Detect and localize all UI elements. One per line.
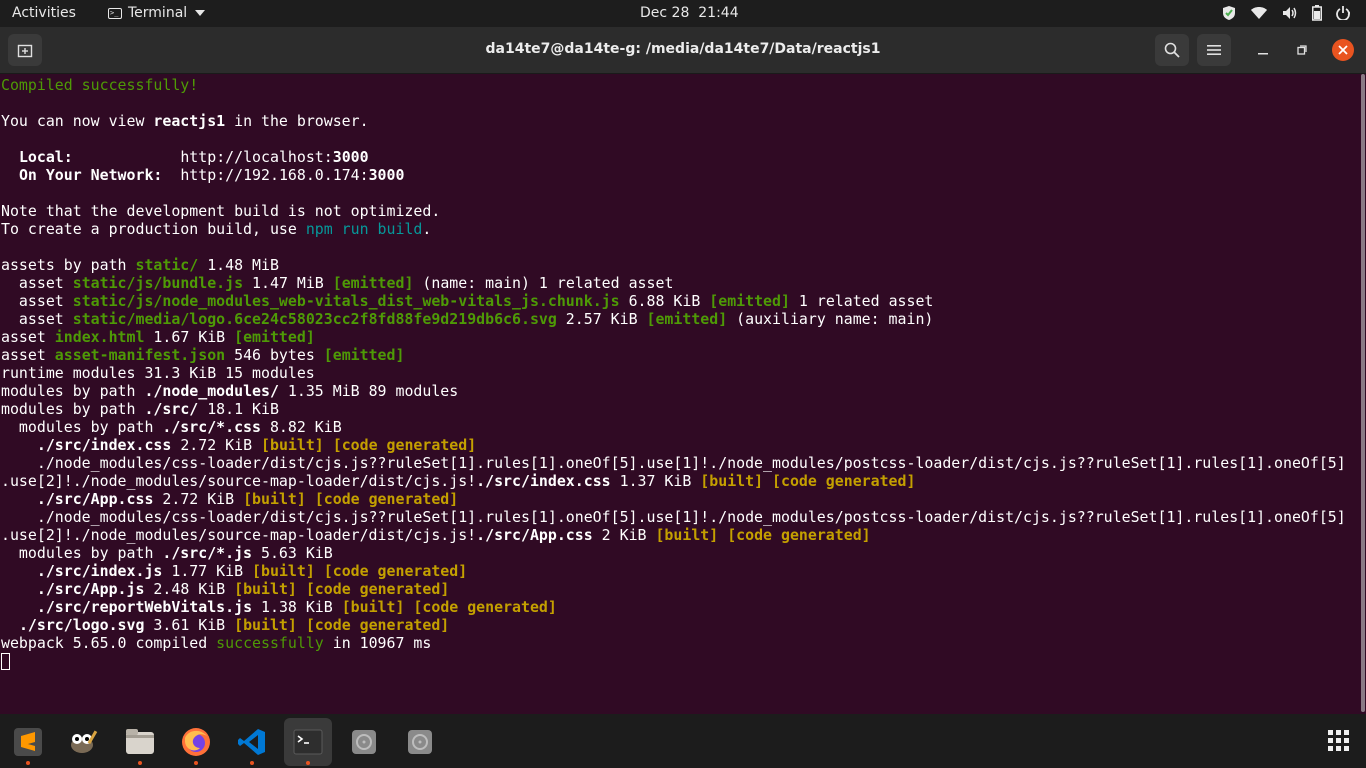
dock-item-disk[interactable]	[340, 718, 388, 766]
app-menu[interactable]: >_ Terminal	[108, 5, 206, 21]
asset-line: asset index.html 1.67 KiB [emitted]	[1, 328, 315, 346]
restore-icon	[1297, 45, 1307, 55]
webpack-summary-line: webpack 5.65.0 compiled successfully in …	[1, 634, 432, 652]
firefox-icon	[182, 728, 210, 756]
module-file-line: ./src/App.css 2.72 KiB [built] [code gen…	[36, 490, 459, 508]
dock-item-files[interactable]	[116, 718, 164, 766]
clock[interactable]: Dec 28 21:44	[640, 5, 739, 21]
network-label: On Your Network:	[18, 166, 163, 184]
gimp-icon	[71, 730, 98, 753]
scrollbar-thumb[interactable]	[1361, 74, 1365, 712]
shield-icon	[1223, 6, 1235, 20]
vscode-icon	[238, 729, 265, 755]
loader-line: ./node_modules/css-loader/dist/cjs.js??r…	[1, 508, 1346, 526]
sublime-text-icon	[14, 728, 42, 756]
disk-icon	[352, 730, 376, 754]
terminal-output[interactable]: Compiled successfully! You can now view …	[0, 74, 1360, 714]
power-icon	[1336, 6, 1350, 20]
module-file-line: ./src/index.css 2.72 KiB [built] [code g…	[36, 436, 477, 454]
files-icon	[126, 729, 154, 754]
caret-down-icon	[195, 10, 206, 16]
note-line: Note that the development build is not o…	[1, 202, 441, 220]
module-file-line: ./src/index.js 1.77 KiB [built] [code ge…	[36, 562, 468, 580]
modules-line: modules by path ./src/ 18.1 KiB	[1, 400, 279, 418]
dock-item-gimp[interactable]	[58, 718, 106, 766]
battery-icon	[1312, 5, 1322, 21]
hamburger-menu-button[interactable]	[1197, 34, 1231, 66]
asset-line: asset static/js/node_modules_web-vitals_…	[1, 292, 934, 310]
volume-icon	[1283, 7, 1297, 19]
running-indicator	[138, 761, 142, 765]
terminal-app-icon: >_	[108, 7, 122, 19]
top-bar: Activities >_ Terminal Dec 28 21:44	[0, 0, 1366, 27]
running-indicator	[194, 761, 198, 765]
network-url[interactable]: http://192.168.0.174:3000	[180, 166, 404, 184]
app-menu-label: Terminal	[128, 5, 188, 21]
window-header: da14te7@da14te-g: /media/da14te7/Data/re…	[0, 27, 1366, 74]
terminal-icon	[293, 729, 323, 755]
close-button[interactable]	[1332, 39, 1354, 61]
activities-button[interactable]: Activities	[12, 5, 76, 21]
show-applications-icon[interactable]	[1328, 730, 1350, 752]
dock-item-terminal[interactable]	[284, 718, 332, 766]
wifi-icon	[1251, 7, 1267, 19]
module-file-line: ./src/logo.svg 3.61 KiB [built] [code ge…	[18, 616, 450, 634]
dock-item-vscode[interactable]	[228, 718, 276, 766]
view-line: You can now view reactjs1 in the browser…	[1, 112, 369, 130]
search-icon	[1164, 42, 1180, 58]
minimize-button[interactable]	[1253, 40, 1273, 60]
running-indicator	[250, 761, 254, 765]
running-indicator	[306, 761, 310, 765]
terminal-text: Compiled successfully! You can now view …	[0, 74, 1360, 670]
asset-line: asset static/media/logo.6ce24c58023cc2f8…	[1, 310, 934, 328]
runtime-line: runtime modules 31.3 KiB 15 modules	[1, 364, 315, 382]
terminal-cursor	[1, 653, 10, 670]
disk-icon	[408, 730, 432, 754]
close-icon	[1338, 45, 1348, 55]
compiled-message: Compiled successfully!	[1, 76, 199, 94]
system-tray[interactable]	[1222, 5, 1350, 21]
dock	[0, 714, 1366, 768]
loader-line: ./node_modules/css-loader/dist/cjs.js??r…	[1, 454, 1346, 472]
modules-line: modules by path ./node_modules/ 1.35 MiB…	[1, 382, 459, 400]
dock-item-sublime-text[interactable]	[4, 718, 52, 766]
local-label: Local:	[18, 148, 73, 166]
modules-line: modules by path ./src/*.js 5.63 KiB	[1, 544, 333, 562]
asset-line: asset asset-manifest.json 546 bytes [emi…	[1, 346, 405, 364]
hamburger-icon	[1207, 45, 1221, 55]
running-indicator	[26, 761, 30, 765]
dock-item-disk-2[interactable]	[396, 718, 444, 766]
minimize-icon	[1258, 53, 1268, 55]
create-line: To create a production build, use npm ru…	[1, 220, 432, 238]
search-button[interactable]	[1155, 34, 1189, 66]
loader-line: .use[2]!./node_modules/source-map-loader…	[1, 472, 916, 490]
local-url[interactable]: http://localhost:3000	[180, 148, 368, 166]
module-file-line: ./src/reportWebVitals.js 1.38 KiB [built…	[36, 598, 557, 616]
dock-item-firefox[interactable]	[172, 718, 220, 766]
assets-line: assets by path static/ 1.48 MiB	[1, 256, 279, 274]
modules-line: modules by path ./src/*.css 8.82 KiB	[1, 418, 342, 436]
asset-line: asset static/js/bundle.js 1.47 MiB [emit…	[1, 274, 674, 292]
module-file-line: ./src/App.js 2.48 KiB [built] [code gene…	[36, 580, 450, 598]
terminal-scrollbar[interactable]	[1360, 74, 1366, 714]
maximize-button[interactable]	[1292, 40, 1312, 60]
loader-line: .use[2]!./node_modules/source-map-loader…	[1, 526, 871, 544]
